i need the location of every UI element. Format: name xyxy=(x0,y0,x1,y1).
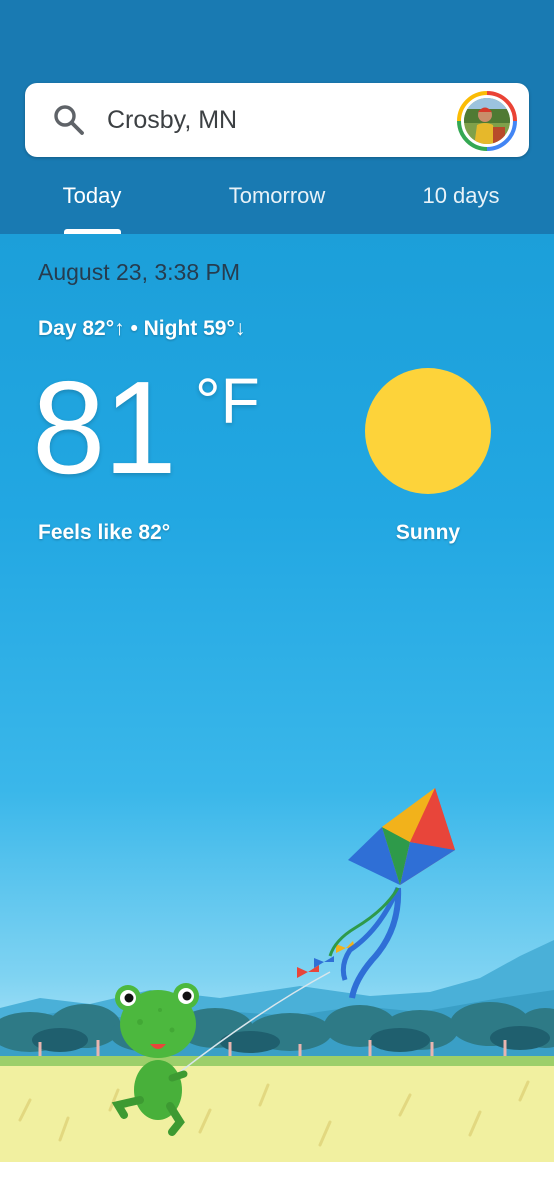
tab-tomorrow[interactable]: Tomorrow xyxy=(211,180,343,212)
search-location-text[interactable]: Crosby, MN xyxy=(107,103,237,137)
sunny-weather-icon xyxy=(365,368,491,494)
tab-today[interactable]: Today xyxy=(48,180,136,212)
feels-like: Feels like 82° xyxy=(38,521,171,544)
current-temperature: 81 xyxy=(32,354,177,501)
day-night-temperatures: Day 82°↑ • Night 59°↓ xyxy=(38,317,246,340)
weather-app: Crosby, MN Today Tomorrow 10 days August… xyxy=(0,0,554,1200)
weather-condition: Sunny xyxy=(395,521,461,544)
account-avatar[interactable] xyxy=(457,91,517,151)
date-time: August 23, 3:38 PM xyxy=(38,259,241,285)
frog-kite-illustration xyxy=(0,788,554,1162)
tab-10-days[interactable]: 10 days xyxy=(408,180,514,212)
search-bar[interactable] xyxy=(25,83,529,157)
search-icon[interactable] xyxy=(52,103,86,137)
temperature-unit[interactable]: °F xyxy=(195,366,260,436)
bottom-spacer xyxy=(0,1162,554,1200)
